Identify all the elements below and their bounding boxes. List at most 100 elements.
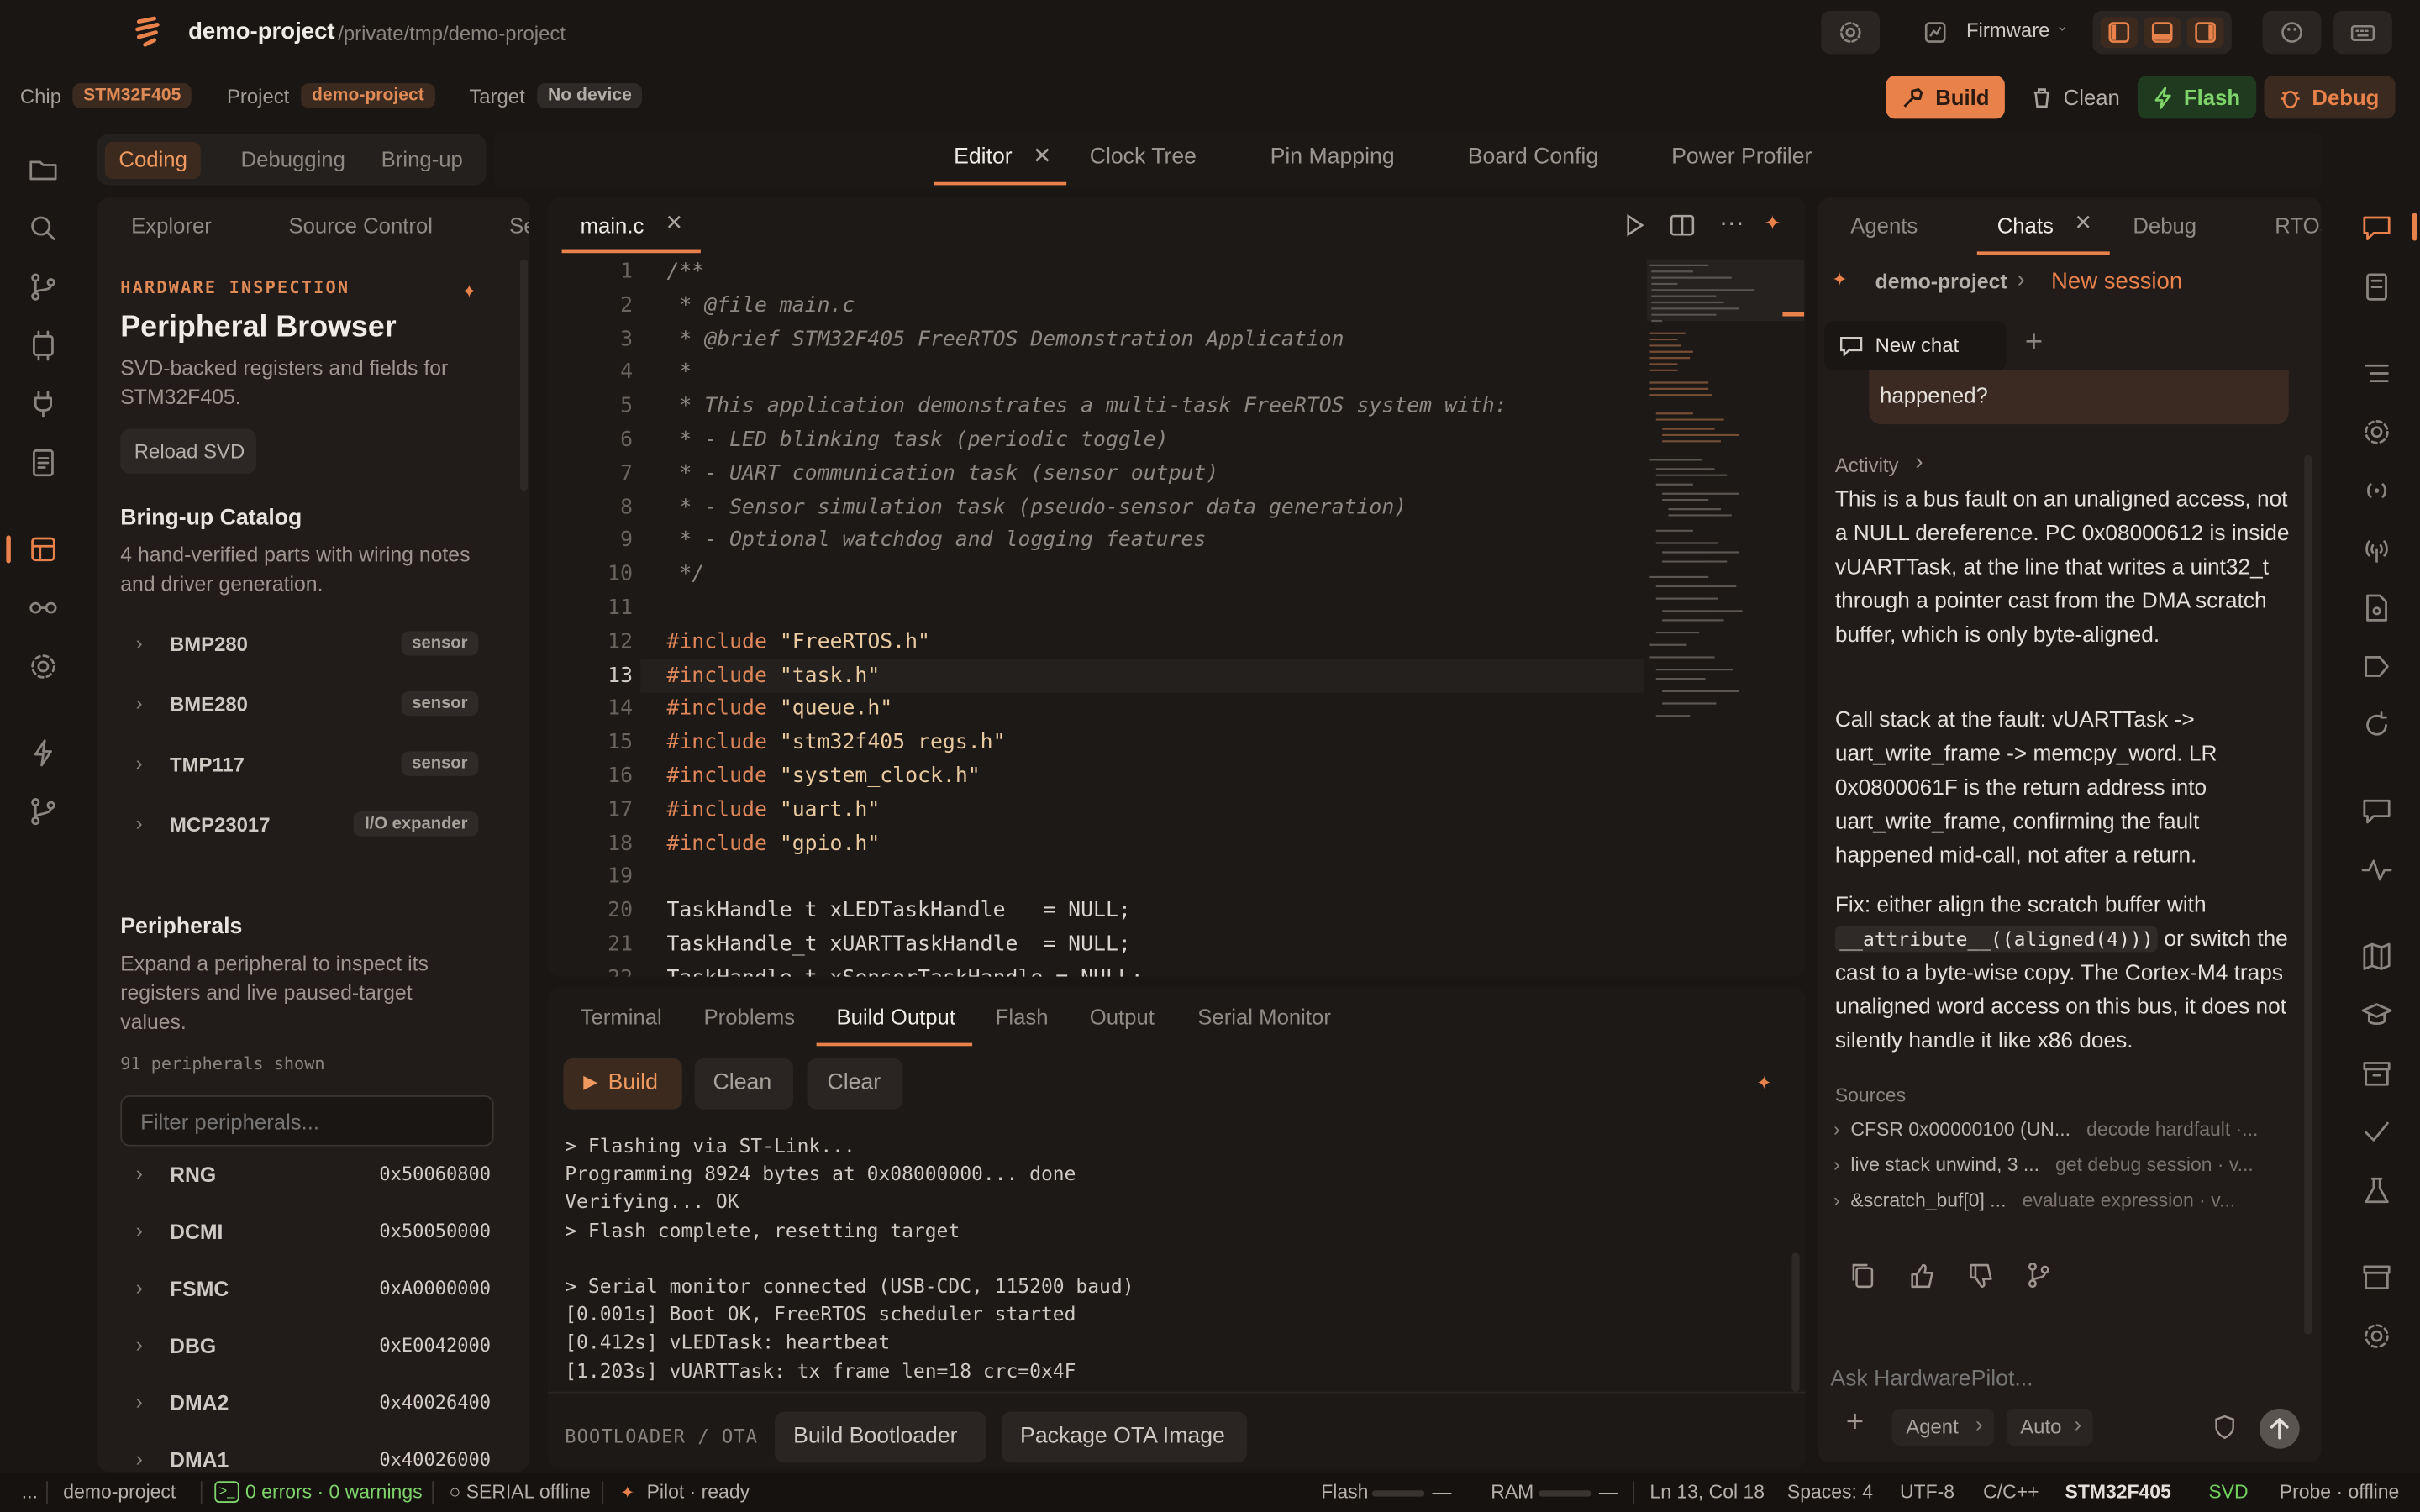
status-project[interactable]: demo-project [63,1481,176,1503]
tab-agents[interactable]: Agents [1850,213,1918,237]
toggle-right-panel-icon[interactable] [2186,17,2224,48]
mode-tab-coding[interactable]: Coding [104,141,202,180]
flash-button[interactable]: Flash [2137,75,2256,119]
settings-button[interactable] [1821,10,1881,55]
status-chip[interactable]: STM32F405 [2065,1481,2171,1503]
file-tab-main-c[interactable]: main.c [581,213,644,237]
tab-chats[interactable]: Chats [1997,213,2054,237]
shield-icon[interactable] [2213,1415,2237,1440]
status-language[interactable]: C/C++ [1983,1481,2039,1503]
tab-terminal[interactable]: Terminal [581,1005,662,1029]
status-menu[interactable]: ... [22,1481,38,1503]
tab-problems[interactable]: Problems [704,1005,796,1029]
add-attachment-icon[interactable]: + [1846,1405,1864,1441]
branch-icon[interactable] [2027,1262,2051,1289]
status-encoding[interactable]: UTF-8 [1900,1481,1954,1503]
book-icon[interactable] [2361,271,2392,302]
run-icon[interactable] [1623,213,1645,237]
minimap[interactable] [1647,260,1802,753]
filter-peripherals-input[interactable] [120,1095,494,1147]
close-icon[interactable]: ✕ [666,210,684,236]
debug-button[interactable]: Debug [2264,75,2395,119]
peripheral-item[interactable]: › DMA2 0x40026400 [120,1385,491,1422]
tab-debug[interactable]: Debug [2133,213,2196,237]
tab-output[interactable]: Output [1090,1005,1155,1029]
breadcrumb-project[interactable]: demo-project [1876,270,2007,293]
source-item[interactable]: › live stack unwind, 3 ... get debug ses… [1833,1154,2296,1176]
toggle-left-panel-icon[interactable] [2100,17,2138,48]
document-icon[interactable] [28,448,59,479]
pulse-icon[interactable] [2361,855,2392,886]
mode-select[interactable]: Firmware ⌄ [1907,11,2077,54]
check-icon[interactable] [2361,1117,2392,1148]
more-icon[interactable]: ⋯ [1719,208,1744,239]
box-icon[interactable] [2361,1262,2392,1293]
catalog-item[interactable]: › BMP280 sensor [120,627,491,664]
plug-icon[interactable] [28,389,59,420]
peripheral-browser-icon[interactable] [28,533,59,564]
mode-tab-bringup[interactable]: Bring-up [367,142,476,179]
close-icon[interactable]: ✕ [2075,210,2093,236]
list-icon[interactable] [2361,358,2392,389]
link-icon[interactable] [28,592,59,623]
sidebar-tab-search[interactable]: Se [509,213,529,237]
status-problems[interactable]: 0 errors · 0 warnings [245,1481,423,1503]
thumbs-down-icon[interactable] [1968,1263,1994,1289]
source-item[interactable]: › CFSR 0x00000100 (UN... decode hardfaul… [1833,1119,2296,1141]
map-icon[interactable] [2361,941,2392,972]
copy-icon[interactable] [1850,1262,1875,1289]
peripheral-item[interactable]: › DBG 0xE0042000 [120,1328,491,1365]
new-chat-button[interactable]: New chat [1823,321,2007,370]
chip-icon[interactable] [28,330,59,361]
add-chat-icon[interactable]: + [2025,326,2043,361]
tab-pin-mapping[interactable]: Pin Mapping [1270,145,1395,170]
peripheral-item[interactable]: › DCMI 0x50050000 [120,1214,491,1251]
archive-icon[interactable] [2361,1058,2392,1089]
catalog-item[interactable]: › BME280 sensor [120,686,491,723]
power-icon[interactable] [28,738,59,769]
sidebar-scrollbar[interactable] [519,259,529,491]
mode-tab-debugging[interactable]: Debugging [227,142,359,179]
status-cursor[interactable]: Ln 13, Col 18 [1649,1481,1765,1503]
close-icon[interactable]: ✕ [1033,142,1052,170]
keyboard-button[interactable] [2333,10,2392,55]
tab-rtos[interactable]: RTOS [2275,213,2321,237]
sparkle-icon[interactable]: ✦ [1764,212,1781,236]
tab-board-config[interactable]: Board Config [1468,145,1598,170]
chat-input[interactable] [1830,1357,2294,1401]
minimap-viewport[interactable] [1646,259,1805,322]
source-item[interactable]: › &scratch_buf[0] ... evaluate expressio… [1833,1189,2296,1211]
build-bootloader-button[interactable]: Build Bootloader [775,1411,986,1463]
output-clear-button[interactable]: Clear [807,1058,903,1110]
sidebar-tab-source-control[interactable]: Source Control [288,213,433,237]
settings-icon[interactable] [2361,417,2392,448]
status-serial[interactable]: ○ SERIAL offline [449,1481,590,1503]
reload-svd-button[interactable]: Reload SVD [120,428,256,474]
tab-power-profiler[interactable]: Power Profiler [1671,145,1812,170]
toggle-bottom-panel-icon[interactable] [2144,17,2181,48]
split-editor-icon[interactable] [1670,213,1695,237]
auto-select[interactable]: Auto › [2006,1408,2093,1446]
status-spaces[interactable]: Spaces: 4 [1787,1481,1873,1503]
clean-button[interactable]: Clean [2016,76,2136,118]
file-code-icon[interactable] [2361,592,2392,623]
sidebar-tab-explorer[interactable]: Explorer [131,213,212,237]
sparkle-icon[interactable]: ✦ [461,281,476,302]
rail-settings-icon[interactable] [2361,1320,2392,1352]
output-scrollbar[interactable] [1791,1252,1800,1392]
agent-select[interactable]: Agent › [1891,1408,1995,1446]
antenna-icon[interactable] [2361,533,2392,564]
package-ota-button[interactable]: Package OTA Image [1002,1411,1248,1463]
output-clean-button[interactable]: Clean [694,1058,794,1110]
send-button[interactable] [2259,1408,2300,1449]
source-control-icon[interactable] [28,271,59,302]
activity-toggle[interactable]: Activity [1835,454,1899,477]
flask-icon[interactable] [2361,1176,2392,1207]
catalog-item[interactable]: › TMP117 sensor [120,747,491,784]
chat-icon[interactable] [2361,213,2392,244]
status-probe[interactable]: Probe · offline [2280,1481,2400,1503]
tag-icon[interactable] [2361,651,2392,682]
peripheral-item[interactable]: › RNG 0x50060800 [120,1158,491,1194]
build-button[interactable]: Build [1886,75,2005,119]
tab-editor[interactable]: Editor [954,145,1013,170]
